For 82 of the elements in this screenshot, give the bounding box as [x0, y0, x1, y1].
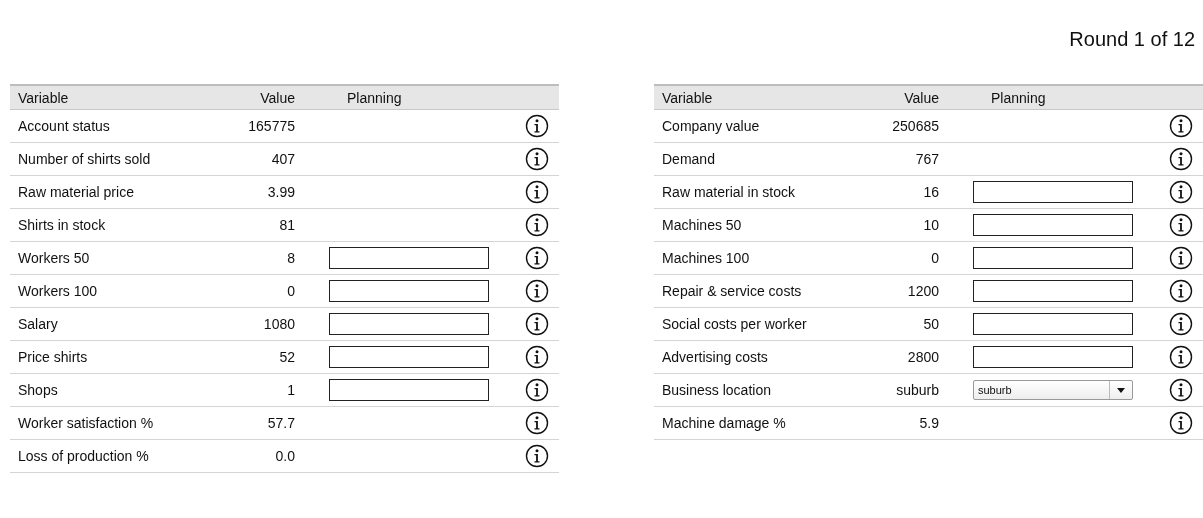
info-icon[interactable] — [525, 114, 549, 138]
planning-input[interactable] — [329, 379, 489, 401]
planning-input[interactable] — [973, 280, 1133, 302]
variable-label: Company value — [661, 118, 761, 134]
variable-label: Machine damage % — [661, 415, 787, 431]
info-icon[interactable] — [1169, 345, 1193, 369]
variable-label: Account status — [17, 118, 111, 134]
variable-label: Worker satisfaction % — [17, 415, 155, 431]
info-icon[interactable] — [1169, 378, 1193, 402]
variable-label: Number of shirts sold — [17, 151, 152, 167]
value-text: 3.99 — [266, 184, 295, 200]
value-text: 0 — [930, 250, 939, 266]
value-text: 2800 — [906, 349, 939, 365]
info-icon[interactable] — [1169, 180, 1193, 204]
info-icon[interactable] — [1169, 279, 1193, 303]
column-header: Planning — [990, 89, 1047, 106]
info-icon[interactable] — [1169, 147, 1193, 171]
info-icon[interactable] — [525, 444, 549, 468]
info-icon[interactable] — [1169, 312, 1193, 336]
value-text: 57.7 — [266, 415, 295, 431]
planning-input[interactable] — [973, 313, 1133, 335]
variable-label: Workers 50 — [17, 250, 91, 266]
value-text: 50 — [922, 316, 939, 332]
variable-label: Demand — [661, 151, 716, 167]
value-text: 0 — [286, 283, 295, 299]
value-text: suburb — [895, 382, 939, 398]
planning-input[interactable] — [329, 313, 489, 335]
variable-label: Business location — [661, 382, 772, 398]
info-icon[interactable] — [525, 378, 549, 402]
variable-label: Machines 50 — [661, 217, 743, 233]
value-text: 1080 — [262, 316, 295, 332]
planning-input[interactable] — [329, 280, 489, 302]
column-header: Planning — [346, 89, 403, 106]
info-icon[interactable] — [525, 180, 549, 204]
column-header: Value — [259, 89, 295, 106]
value-text: 250685 — [891, 118, 939, 134]
column-header: Variable — [661, 89, 714, 106]
info-icon[interactable] — [525, 147, 549, 171]
value-text: 165775 — [247, 118, 295, 134]
info-icon[interactable] — [1169, 246, 1193, 270]
variable-label: Shops — [17, 382, 59, 398]
value-text: 16 — [922, 184, 939, 200]
variable-label: Shirts in stock — [17, 217, 107, 233]
value-text: 407 — [270, 151, 295, 167]
variable-label: Raw material price — [17, 184, 135, 200]
variable-label: Raw material in stock — [661, 184, 797, 200]
info-icon[interactable] — [525, 279, 549, 303]
value-text: 10 — [922, 217, 939, 233]
planning-input[interactable] — [973, 214, 1133, 236]
info-icon[interactable] — [1169, 114, 1193, 138]
info-icon[interactable] — [1169, 213, 1193, 237]
planning-input[interactable] — [329, 247, 489, 269]
planning-input[interactable] — [973, 247, 1133, 269]
variable-label: Loss of production % — [17, 448, 150, 464]
column-header: Variable — [17, 89, 70, 106]
variable-label: Workers 100 — [17, 283, 99, 299]
info-icon[interactable] — [525, 345, 549, 369]
value-text: 81 — [278, 217, 295, 233]
value-text: 0.0 — [274, 448, 295, 464]
value-text: 52 — [278, 349, 295, 365]
value-text: 1 — [286, 382, 295, 398]
value-text: 8 — [286, 250, 295, 266]
planning-input[interactable] — [973, 181, 1133, 203]
value-text: 767 — [914, 151, 939, 167]
value-text: 5.9 — [918, 415, 939, 431]
info-icon[interactable] — [525, 312, 549, 336]
info-icon[interactable] — [1169, 411, 1193, 435]
variable-label: Price shirts — [17, 349, 89, 365]
round-label: Round 1 of 12 — [1069, 28, 1195, 51]
info-icon[interactable] — [525, 213, 549, 237]
variable-label: Salary — [17, 316, 59, 332]
info-icon[interactable] — [525, 246, 549, 270]
variable-label: Advertising costs — [661, 349, 769, 365]
column-header: Value — [903, 89, 939, 106]
variable-label: Repair & service costs — [661, 283, 803, 299]
variable-label: Social costs per worker — [661, 316, 808, 332]
variable-label: Machines 100 — [661, 250, 751, 266]
value-text: 1200 — [906, 283, 939, 299]
planning-input[interactable] — [329, 346, 489, 368]
planning-input[interactable] — [973, 346, 1133, 368]
info-icon[interactable] — [525, 411, 549, 435]
location-dropdown[interactable]: suburb — [973, 380, 1133, 400]
